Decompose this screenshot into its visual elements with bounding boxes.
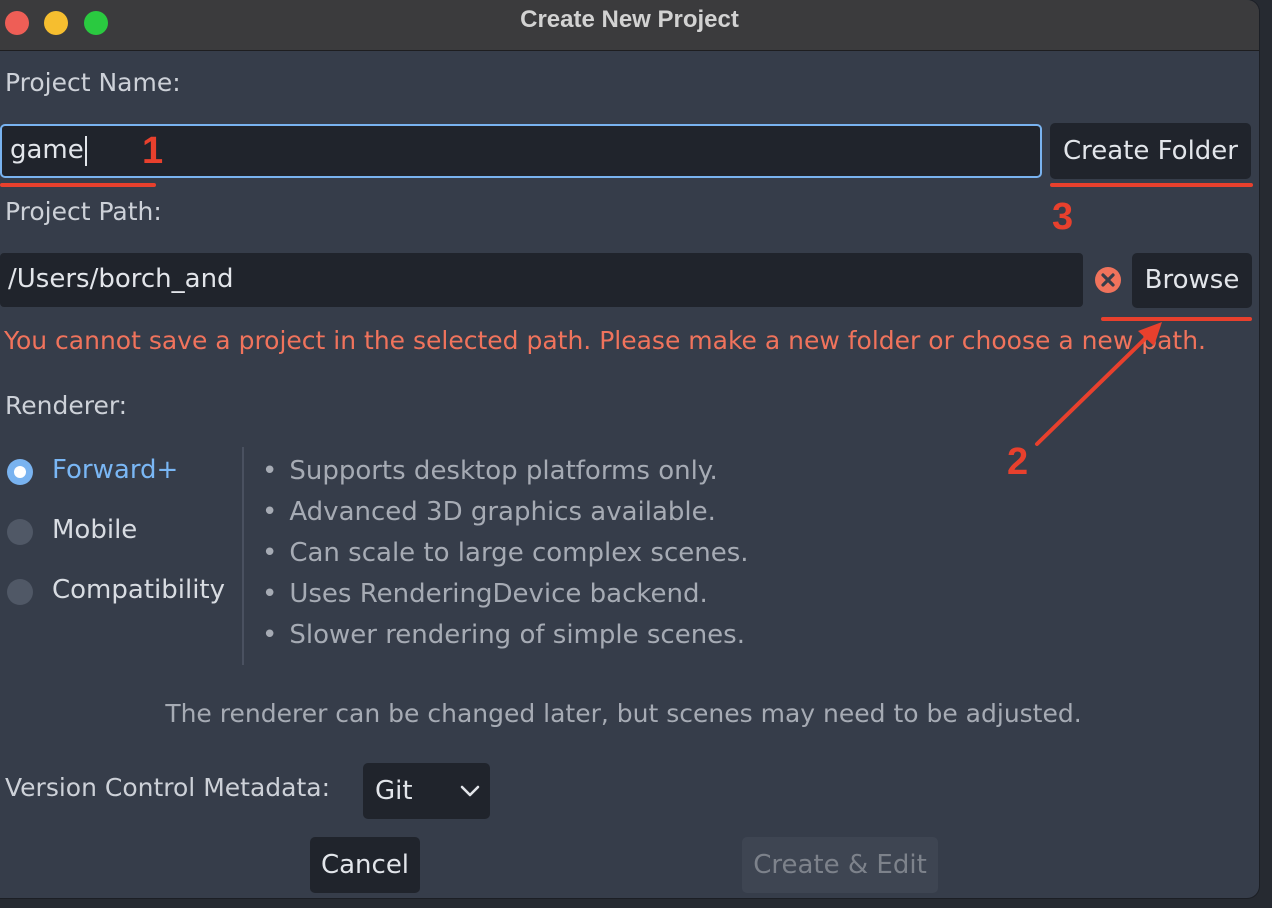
create-project-dialog: Create New Project Project Name: game Cr…: [0, 0, 1259, 898]
annotation-arrow-icon: [1035, 322, 1162, 446]
annotation-number-2: 2: [1007, 441, 1029, 483]
